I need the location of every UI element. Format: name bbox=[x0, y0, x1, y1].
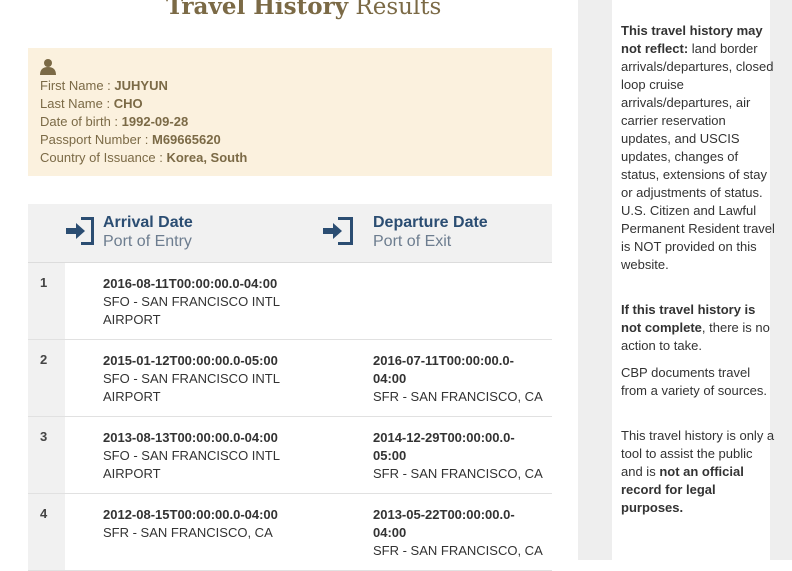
departure-cell: 2016-07-11T00:00:00.0-04:00 SFR - SAN FR… bbox=[373, 352, 543, 406]
row-index: 2 bbox=[40, 352, 48, 367]
sign-out-icon bbox=[323, 217, 353, 245]
first-name-value: JUHYUN bbox=[114, 78, 168, 93]
last-name-label: Last Name : bbox=[40, 96, 111, 111]
departure-cell: 2014-12-29T00:00:00.0-05:00 SFR - SAN FR… bbox=[373, 429, 543, 483]
arrival-cell: 2015-01-12T00:00:00.0-05:00 SFO - SAN FR… bbox=[103, 352, 303, 406]
row-index-cell: 4 bbox=[28, 494, 65, 570]
departure-cell: 2013-05-22T00:00:00.0-04:00 SFR - SAN FR… bbox=[373, 506, 543, 560]
table-row: 2 2015-01-12T00:00:00.0-05:00 SFO - SAN … bbox=[28, 340, 552, 417]
disclaimer-not-complete: If this travel history is not complete, … bbox=[621, 302, 770, 353]
row-index: 1 bbox=[40, 275, 48, 290]
arrival-port: SFO - SAN FRANCISCO INTL AIRPORT bbox=[103, 371, 280, 404]
arrival-date-header: Arrival Date bbox=[103, 214, 193, 231]
arrival-port: SFO - SAN FRANCISCO INTL AIRPORT bbox=[103, 294, 280, 327]
passport-value: M69665620 bbox=[152, 132, 221, 147]
sign-in-icon bbox=[66, 217, 94, 245]
country-value: Korea, South bbox=[166, 150, 248, 165]
row-index: 4 bbox=[40, 506, 48, 521]
table-header: Arrival Date Port of Entry Departure Dat… bbox=[28, 204, 552, 263]
first-name-label: First Name : bbox=[40, 78, 111, 93]
disclaimer-sources: CBP documents travel from a variety of s… bbox=[621, 365, 767, 398]
arrival-cell: 2012-08-15T00:00:00.0-04:00 SFR - SAN FR… bbox=[103, 506, 303, 542]
dob-value: 1992-09-28 bbox=[121, 114, 189, 129]
departure-port: SFR - SAN FRANCISCO, CA bbox=[373, 389, 543, 404]
departure-date: 2014-12-29T00:00:00.0-05:00 bbox=[373, 430, 515, 463]
disclaimer-panel: This travel history may not reflect: lan… bbox=[612, 0, 775, 560]
departure-port: SFR - SAN FRANCISCO, CA bbox=[373, 466, 543, 481]
departure-port: SFR - SAN FRANCISCO, CA bbox=[373, 543, 543, 558]
arrival-date: 2013-08-13T00:00:00.0-04:00 bbox=[103, 430, 278, 445]
arrival-cell: 2016-08-11T00:00:00.0-04:00 SFO - SAN FR… bbox=[103, 275, 303, 329]
last-name-row: Last Name : CHO bbox=[40, 96, 143, 111]
arrival-date: 2015-01-12T00:00:00.0-05:00 bbox=[103, 353, 278, 368]
departure-date: 2016-07-11T00:00:00.0-04:00 bbox=[373, 353, 514, 386]
main-panel: Travel History Results First Name : JUHY… bbox=[0, 0, 578, 571]
country-row: Country of Issuance : Korea, South bbox=[40, 150, 247, 165]
disclaimer-reflect: This travel history may not reflect: lan… bbox=[621, 23, 775, 272]
column-gutter bbox=[578, 0, 612, 560]
user-icon bbox=[40, 59, 56, 75]
page-title: Travel History Results bbox=[166, 0, 442, 20]
arrival-date: 2016-08-11T00:00:00.0-04:00 bbox=[103, 276, 278, 291]
row-index-cell: 1 bbox=[28, 263, 65, 339]
dob-label: Date of birth : bbox=[40, 114, 119, 129]
dob-row: Date of birth : 1992-09-28 bbox=[40, 114, 188, 129]
port-of-entry-header: Port of Entry bbox=[103, 233, 192, 250]
row-index-cell: 2 bbox=[28, 340, 65, 416]
arrival-port: SFR - SAN FRANCISCO, CA bbox=[103, 525, 273, 540]
row-index: 3 bbox=[40, 429, 48, 444]
table-row: 4 2012-08-15T00:00:00.0-04:00 SFR - SAN … bbox=[28, 494, 552, 571]
country-label: Country of Issuance : bbox=[40, 150, 163, 165]
port-of-exit-header: Port of Exit bbox=[373, 233, 452, 250]
departure-date: 2013-05-22T00:00:00.0-04:00 bbox=[373, 507, 515, 540]
table-row: 3 2013-08-13T00:00:00.0-04:00 SFO - SAN … bbox=[28, 417, 552, 494]
arrival-cell: 2013-08-13T00:00:00.0-04:00 SFO - SAN FR… bbox=[103, 429, 303, 483]
passport-label: Passport Number : bbox=[40, 132, 149, 147]
arrival-port: SFO - SAN FRANCISCO INTL AIRPORT bbox=[103, 448, 280, 481]
row-index-cell: 3 bbox=[28, 417, 65, 493]
last-name-value: CHO bbox=[113, 96, 143, 111]
disclaimer-not-official: This travel history is only a tool to as… bbox=[621, 428, 775, 515]
table-row: 1 2016-08-11T00:00:00.0-04:00 SFO - SAN … bbox=[28, 263, 552, 340]
departure-date-header: Departure Date bbox=[373, 214, 488, 231]
arrival-date: 2012-08-15T00:00:00.0-04:00 bbox=[103, 507, 278, 522]
passport-row: Passport Number : M69665620 bbox=[40, 132, 221, 147]
traveler-info-card: First Name : JUHYUN Last Name : CHO Date… bbox=[28, 48, 552, 176]
first-name-row: First Name : JUHYUN bbox=[40, 78, 168, 93]
